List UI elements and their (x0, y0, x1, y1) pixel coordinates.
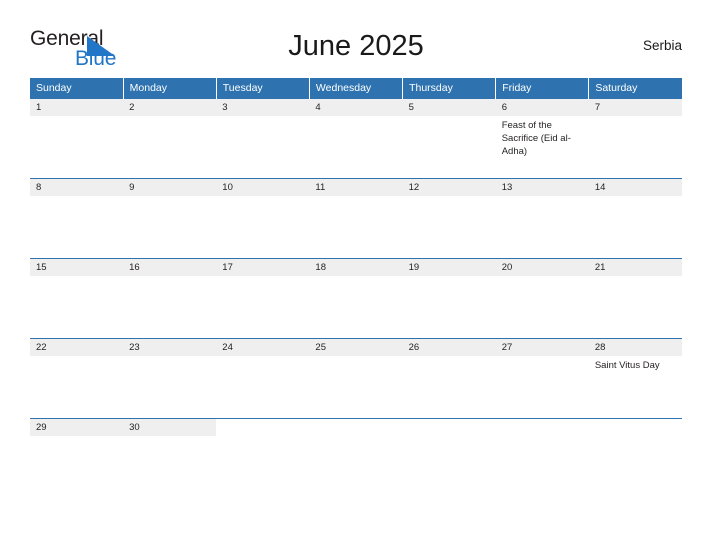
calendar-day-cell[interactable]: 4 (309, 98, 403, 179)
calendar-week-row: 1 2 3 4 5 6 Feast of the Sacrifice (Eid al-Adh… (30, 98, 682, 179)
calendar-weekday-header: Sunday Monday Tuesday Wednesday Thursday… (30, 78, 682, 99)
calendar-day-cell[interactable]: 8 (30, 178, 124, 259)
day-number: 13 (495, 179, 589, 196)
calendar-week-row: 15 16 17 18 19 20 21 (30, 258, 682, 339)
weekday-header-thursday: Thursday (402, 78, 497, 99)
calendar-day-cell[interactable]: 17 (216, 258, 310, 339)
day-number: 20 (495, 259, 589, 276)
calendar-day-cell[interactable]: 3 (216, 98, 310, 179)
day-number: 26 (402, 339, 496, 356)
calendar-day-cell[interactable]: 6 Feast of the Sacrifice (Eid al-Adha) (495, 98, 589, 179)
weekday-header-tuesday: Tuesday (216, 78, 310, 99)
weekday-header-friday: Friday (495, 78, 590, 99)
day-events: Saint Vitus Day (589, 356, 682, 372)
calendar-day-cell[interactable]: 7 (588, 98, 682, 179)
calendar-day-cell[interactable]: 22 (30, 338, 124, 419)
weekday-header-saturday: Saturday (588, 78, 682, 99)
calendar-day-cell[interactable]: 24 (216, 338, 310, 419)
day-number: 22 (30, 339, 124, 356)
holiday-event: Feast of the Sacrifice (Eid al-Adha) (501, 120, 571, 157)
calendar-page: General Blue June 2025 Serbia Sunday Mon… (0, 0, 712, 550)
weekday-header-row: Sunday Monday Tuesday Wednesday Thursday… (30, 78, 682, 99)
page-title: June 2025 (288, 30, 424, 62)
calendar-day-cell[interactable]: 15 (30, 258, 124, 339)
calendar-table: Sunday Monday Tuesday Wednesday Thursday… (30, 78, 682, 463)
day-number: 12 (402, 179, 496, 196)
day-number: 11 (309, 179, 403, 196)
day-number: 3 (216, 99, 310, 116)
calendar-day-cell[interactable]: 14 (588, 178, 682, 259)
calendar-week-row: 22 23 24 25 26 27 28 Saint Vitus Day (30, 338, 682, 419)
calendar-day-cell[interactable]: 21 (588, 258, 682, 339)
calendar-day-cell-empty (588, 418, 682, 463)
calendar-day-cell[interactable]: 19 (402, 258, 496, 339)
day-number: 21 (588, 259, 682, 276)
calendar-day-cell[interactable]: 11 (309, 178, 403, 259)
day-number: 27 (495, 339, 589, 356)
day-number: 16 (123, 259, 217, 276)
day-number: 7 (588, 99, 682, 116)
day-number: 10 (216, 179, 310, 196)
day-number: 1 (30, 99, 124, 116)
calendar-day-cell[interactable]: 26 (402, 338, 496, 419)
day-number (216, 419, 309, 436)
calendar-day-cell[interactable]: 10 (216, 178, 310, 259)
day-number: 4 (309, 99, 403, 116)
day-number (309, 419, 402, 436)
calendar-day-cell[interactable]: 23 (123, 338, 217, 419)
calendar-day-cell[interactable]: 29 (30, 418, 124, 463)
day-number: 25 (309, 339, 403, 356)
calendar-day-cell[interactable]: 13 (495, 178, 589, 259)
calendar-day-cell[interactable]: 20 (495, 258, 589, 339)
calendar-day-cell-empty (309, 418, 403, 463)
page-header: General Blue June 2025 Serbia (30, 28, 682, 72)
calendar-day-cell-empty (495, 418, 589, 463)
calendar-day-cell[interactable]: 9 (123, 178, 217, 259)
day-number: 17 (216, 259, 310, 276)
holiday-event: Saint Vitus Day (594, 360, 660, 371)
calendar-day-cell[interactable]: 18 (309, 258, 403, 339)
day-number: 9 (123, 179, 217, 196)
day-number: 15 (30, 259, 124, 276)
calendar-week-row: 8 9 10 11 12 13 14 (30, 178, 682, 259)
calendar-day-cell[interactable]: 16 (123, 258, 217, 339)
calendar-day-cell[interactable]: 28 Saint Vitus Day (588, 338, 682, 419)
day-number: 18 (309, 259, 403, 276)
day-number: 19 (402, 259, 496, 276)
weekday-header-monday: Monday (123, 78, 217, 99)
day-number: 8 (30, 179, 124, 196)
day-number: 5 (402, 99, 496, 116)
calendar-day-cell-empty (402, 418, 496, 463)
weekday-header-sunday: Sunday (30, 78, 124, 99)
day-number: 2 (123, 99, 217, 116)
calendar-day-cell[interactable]: 1 (30, 98, 124, 179)
day-number (496, 419, 589, 436)
day-number: 29 (30, 419, 124, 436)
calendar-day-cell-empty (216, 418, 310, 463)
calendar-day-cell[interactable]: 27 (495, 338, 589, 419)
calendar-day-cell[interactable]: 5 (402, 98, 496, 179)
day-events: Feast of the Sacrifice (Eid al-Adha) (496, 116, 589, 158)
calendar-day-cell[interactable]: 25 (309, 338, 403, 419)
day-number: 30 (123, 419, 217, 436)
day-number: 28 (588, 339, 682, 356)
region-label: Serbia (642, 38, 682, 53)
day-number (589, 419, 682, 436)
calendar-day-cell[interactable]: 2 (123, 98, 217, 179)
day-number: 23 (123, 339, 217, 356)
calendar-day-cell[interactable]: 30 (123, 418, 217, 463)
weekday-header-wednesday: Wednesday (309, 78, 404, 99)
calendar-body: 1 2 3 4 5 6 Feast of the Sacrifice (Eid al-Adh… (30, 98, 682, 463)
day-number: 24 (216, 339, 310, 356)
calendar-week-row: 29 30 (30, 418, 682, 463)
day-number: 14 (588, 179, 682, 196)
day-number (403, 419, 496, 436)
calendar-day-cell[interactable]: 12 (402, 178, 496, 259)
day-number: 6 (495, 99, 589, 116)
